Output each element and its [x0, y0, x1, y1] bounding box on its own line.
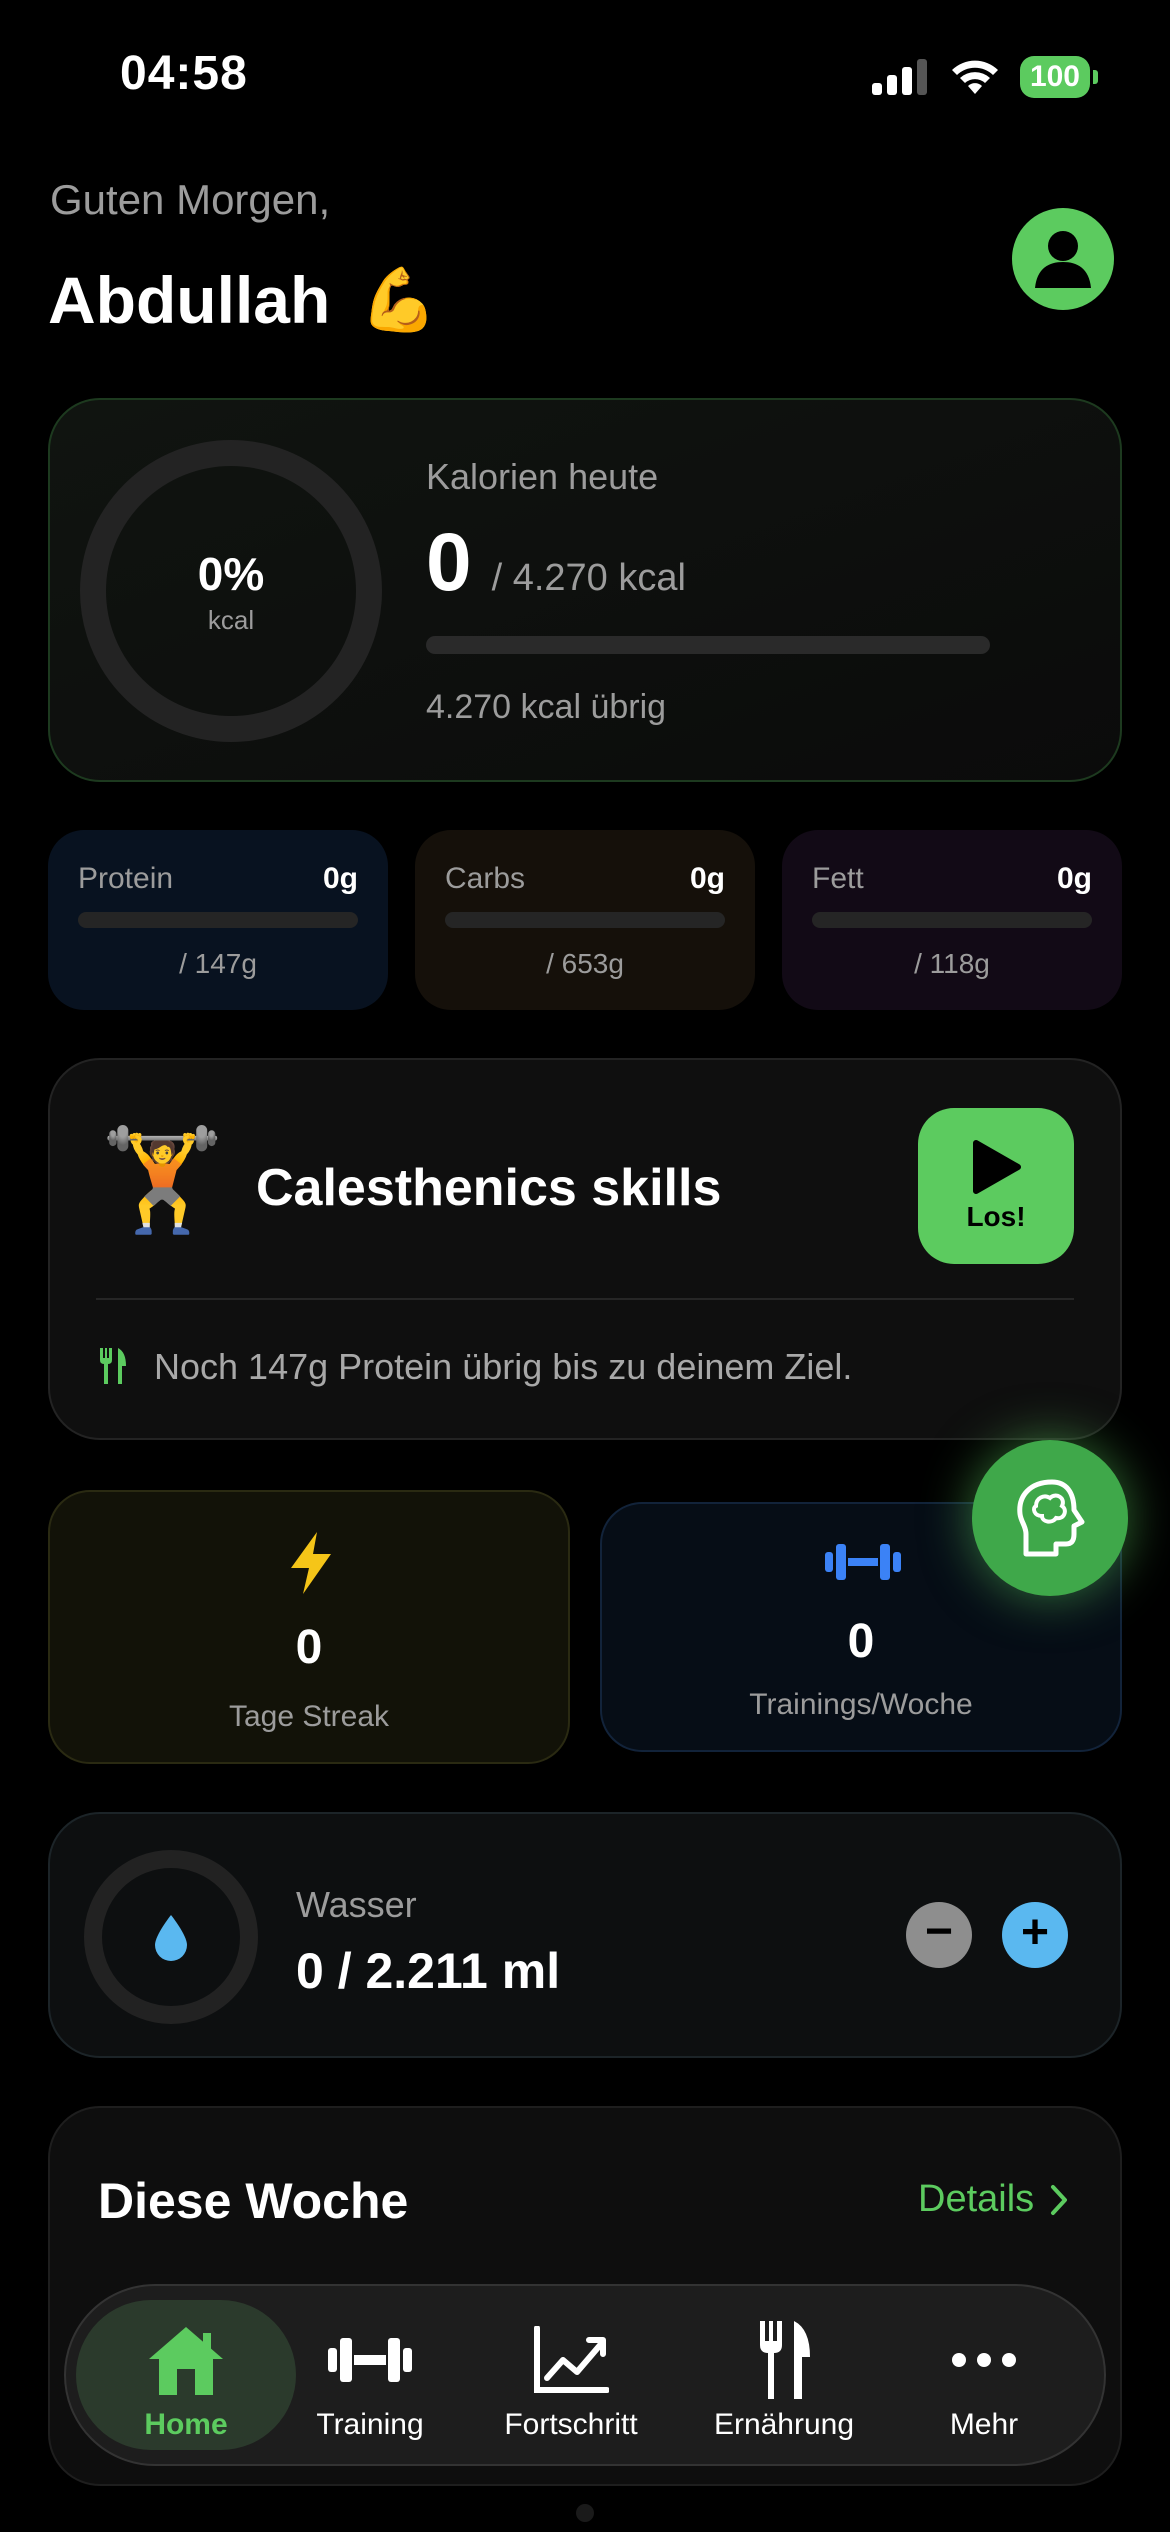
weightlifter-emoji: 🏋️	[100, 1124, 225, 1236]
dumbbell-icon	[328, 2338, 412, 2382]
streak-value: 0	[295, 1621, 323, 1674]
macro-goal: / 147g	[179, 948, 257, 979]
macro-goal: / 118g	[914, 948, 990, 979]
page-indicator-dot	[576, 2504, 594, 2522]
tab-fortschritt[interactable]: Fortschritt	[476, 2300, 666, 2450]
utensils-icon	[100, 1348, 126, 1384]
chart-icon	[534, 2326, 609, 2393]
water-increase-button[interactable]: +	[1002, 1902, 1068, 1968]
week-details-link[interactable]: Details	[918, 2178, 1068, 2221]
lightning-icon	[291, 1532, 331, 1594]
tab-mehr[interactable]: Mehr	[914, 2300, 1054, 2450]
calories-progress-bar	[426, 636, 990, 654]
more-icon	[952, 2353, 1016, 2367]
home-icon	[149, 2327, 223, 2395]
water-label: Wasser	[296, 1884, 417, 1925]
calories-percent: 0%	[197, 547, 265, 600]
tab-label: Mehr	[949, 2408, 1019, 2441]
calories-ring-unit: kcal	[207, 604, 255, 635]
week-details-label: Details	[918, 2178, 1035, 2220]
workout-title: Calesthenics skills	[256, 1159, 722, 1217]
tab-label: Ernährung	[713, 2408, 855, 2441]
macro-label: Fett	[812, 862, 864, 895]
macro-card-carbs[interactable]: Carbs 0g / 653g	[415, 830, 755, 1010]
wifi-icon	[951, 60, 998, 94]
utensils-icon	[760, 2321, 810, 2399]
macro-card-fett[interactable]: Fett 0g / 118g	[782, 830, 1122, 1010]
workout-divider	[96, 1298, 1074, 1300]
tab-label: Fortschritt	[504, 2408, 638, 2441]
streak-card[interactable]: 0 Tage Streak	[48, 1490, 570, 1764]
macro-value: 0g	[322, 862, 358, 895]
start-workout-button[interactable]: Los!	[918, 1108, 1074, 1264]
status-icons: 100	[871, 56, 1099, 98]
flexed-arm-emoji: 💪	[360, 265, 438, 335]
macro-value: 0g	[689, 862, 725, 895]
user-name: Abdullah	[48, 263, 331, 337]
brain-head-icon	[1017, 1479, 1085, 1557]
week-title: Diese Woche	[98, 2173, 409, 2229]
play-icon	[973, 1140, 1021, 1194]
macro-progress-bar	[78, 912, 358, 928]
minus-icon: −	[924, 1905, 954, 1958]
profile-button[interactable]	[1012, 208, 1114, 310]
macro-progress-bar	[812, 912, 1092, 928]
start-workout-label: Los!	[966, 1201, 1026, 1232]
water-decrease-button[interactable]: −	[906, 1902, 972, 1968]
tab-label: Home	[144, 2408, 228, 2441]
tab-home[interactable]: Home	[76, 2300, 296, 2450]
chevron-right-icon	[1051, 2184, 1068, 2215]
calories-label: Kalorien heute	[426, 456, 659, 497]
dumbbell-icon	[825, 1544, 901, 1580]
trainings-value: 0	[847, 1615, 875, 1668]
trainings-label: Trainings/Woche	[749, 1688, 973, 1721]
streak-label: Tage Streak	[228, 1700, 390, 1733]
water-ring	[84, 1850, 258, 2024]
signal-icon	[871, 59, 927, 95]
calories-value: 0 / 4.270 kcal	[426, 516, 686, 610]
user-name-heading: Abdullah 💪	[48, 262, 438, 338]
macro-value: 0g	[1056, 862, 1092, 895]
person-icon	[1035, 231, 1091, 288]
calories-consumed: 0	[426, 517, 472, 608]
tab-label: Training	[316, 2408, 424, 2441]
macro-goal: / 653g	[546, 948, 624, 979]
macro-card-protein[interactable]: Protein 0g / 147g	[48, 830, 388, 1010]
tab-ernaehrung[interactable]: Ernährung	[694, 2300, 874, 2450]
ai-coach-button[interactable]	[972, 1440, 1128, 1596]
calories-ring: 0% kcal	[80, 440, 382, 742]
calories-remaining: 4.270 kcal übrig	[426, 688, 667, 726]
status-time: 04:58	[120, 47, 248, 100]
calories-goal: / 4.270 kcal	[491, 557, 686, 599]
water-value: 0 / 2.211 ml	[296, 1943, 561, 1999]
protein-hint: Noch 147g Protein übrig bis zu deinem Zi…	[154, 1346, 853, 1387]
greeting-text: Guten Morgen,	[50, 176, 331, 223]
macro-progress-bar	[445, 912, 725, 928]
macro-label: Protein	[78, 862, 174, 895]
tab-training[interactable]: Training	[300, 2300, 440, 2450]
water-drop-icon	[155, 1915, 187, 1961]
battery-indicator: 100	[1019, 56, 1099, 98]
plus-icon: +	[1020, 1906, 1050, 1959]
macro-label: Carbs	[445, 862, 526, 895]
